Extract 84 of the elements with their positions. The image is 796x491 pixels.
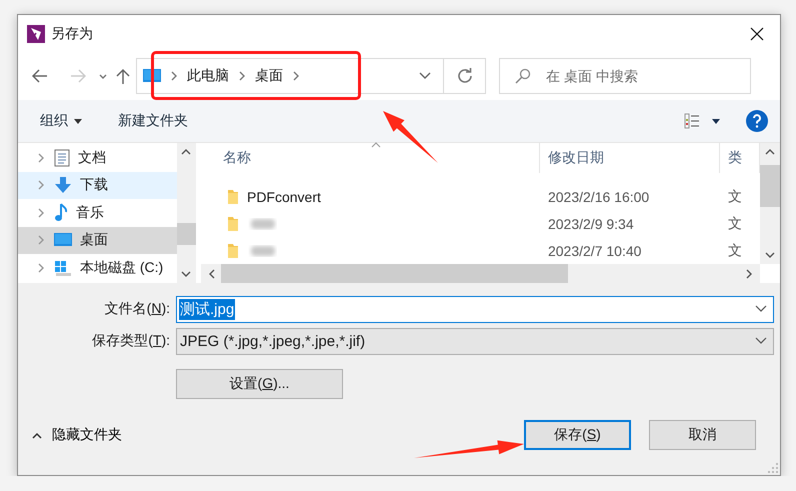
details-view-icon xyxy=(684,113,700,129)
sidebar-item[interactable]: 下载 xyxy=(18,172,178,199)
window-title: 另存为 xyxy=(51,24,94,42)
view-options-button[interactable] xyxy=(684,113,720,129)
expand-chevron-icon xyxy=(36,262,46,273)
column-header[interactable]: 修改日期 xyxy=(540,143,720,173)
search-icon xyxy=(515,68,531,84)
scrollbar-thumb[interactable] xyxy=(760,165,780,207)
scrollbar[interactable] xyxy=(177,143,196,283)
file-row[interactable]: 2023/2/7 10:40 文 xyxy=(200,237,760,264)
caret-icon xyxy=(419,72,431,80)
caret-icon xyxy=(755,305,767,313)
expand-chevron-icon xyxy=(36,180,46,190)
up-chevron-icon xyxy=(764,147,775,157)
up-button[interactable] xyxy=(116,68,130,84)
expand-chevron-icon xyxy=(36,152,46,163)
chevron-icon xyxy=(237,71,247,81)
date-cell-text: 2023/2/16 16:00 xyxy=(546,188,650,204)
folder-icon xyxy=(226,188,239,204)
breadcrumb[interactable]: 桌面 xyxy=(255,67,283,85)
refresh-button[interactable] xyxy=(443,58,486,94)
music-note-icon xyxy=(54,202,68,223)
back-button[interactable] xyxy=(32,69,48,83)
scroll-right-button[interactable] xyxy=(744,268,754,278)
dialog-button[interactable]: 保存(S) xyxy=(524,420,631,450)
search-field[interactable]: 在 桌面 中搜索 xyxy=(499,58,751,94)
question-mark-icon xyxy=(752,114,762,128)
scrollbar-thumb[interactable] xyxy=(220,264,568,283)
sidebar-item[interactable]: 文档 xyxy=(18,144,178,172)
settings-button[interactable]: 设置(G)... xyxy=(176,369,343,399)
caret-icon xyxy=(755,337,767,345)
scrollbar[interactable] xyxy=(200,264,760,283)
chevron-icon xyxy=(169,71,179,81)
annotation-arrow xyxy=(383,111,438,163)
folder-icon xyxy=(226,242,239,258)
scroll-down-button[interactable] xyxy=(764,250,775,260)
close-icon xyxy=(750,26,764,40)
drive-icon xyxy=(54,260,72,276)
right-chevron-icon xyxy=(744,268,754,278)
file-type-dropdown[interactable]: JPEG (*.jpg,*.jpeg,*.jpe,*.jif) xyxy=(176,328,774,354)
app-icon xyxy=(27,24,45,42)
toolbar-button[interactable]: 新建文件夹 xyxy=(118,112,188,130)
expand-chevron-icon xyxy=(36,235,46,246)
dialog-button[interactable]: 取消 xyxy=(649,420,756,450)
folder-icon xyxy=(226,216,239,232)
sort-caret-icon xyxy=(370,142,381,148)
scroll-down-button[interactable] xyxy=(181,269,192,279)
refresh-icon xyxy=(456,68,472,84)
field-label: 保存类型(T): xyxy=(91,332,171,350)
resize-grip-icon[interactable] xyxy=(768,463,778,473)
desktop-icon xyxy=(54,233,72,248)
date-cell-text: 2023/2/7 10:40 xyxy=(546,242,642,258)
download-icon xyxy=(54,176,72,194)
breadcrumb[interactable]: 此电脑 xyxy=(187,67,229,85)
sidebar-item[interactable]: 桌面 xyxy=(18,226,178,254)
chevron-icon xyxy=(291,71,301,81)
field-label: 文件名(N): xyxy=(104,300,171,318)
caret-icon xyxy=(32,432,42,438)
hide-folders-button[interactable]: 隐藏文件夹 xyxy=(32,426,122,444)
file-row[interactable]: PDFconvert 2023/2/16 16:00 文 xyxy=(200,183,760,210)
help-button[interactable] xyxy=(746,110,768,132)
expand-chevron-icon xyxy=(36,208,46,218)
scrollbar[interactable] xyxy=(760,143,780,264)
scroll-left-button[interactable] xyxy=(206,268,217,278)
filename-field[interactable]: 测试.jpg xyxy=(176,296,774,322)
up-chevron-icon xyxy=(181,147,192,157)
date-cell-text: 2023/2/9 9:34 xyxy=(546,216,635,232)
document-icon xyxy=(54,148,70,167)
scroll-up-button[interactable] xyxy=(181,147,192,157)
table-cell-text: 文 xyxy=(726,188,743,206)
down-chevron-icon xyxy=(181,269,192,279)
file-name: PDFconvert xyxy=(246,188,321,204)
table-cell-text: 文 xyxy=(726,242,743,260)
down-chevron-icon xyxy=(764,250,775,260)
sidebar-item[interactable]: 本地磁盘 (C:) xyxy=(18,254,178,282)
sidebar-item[interactable]: 音乐 xyxy=(18,199,178,226)
file-row[interactable]: 2023/2/9 9:34 文 xyxy=(200,210,760,237)
left-chevron-icon xyxy=(206,268,217,278)
address-bar[interactable]: 此电脑 桌面 xyxy=(136,58,444,94)
table-cell-text: 文 xyxy=(726,214,743,232)
toolbar-button[interactable]: 组织 xyxy=(40,112,82,130)
scrollbar-thumb[interactable] xyxy=(177,223,196,245)
scroll-up-button[interactable] xyxy=(764,147,775,157)
caret-icon xyxy=(712,118,720,124)
